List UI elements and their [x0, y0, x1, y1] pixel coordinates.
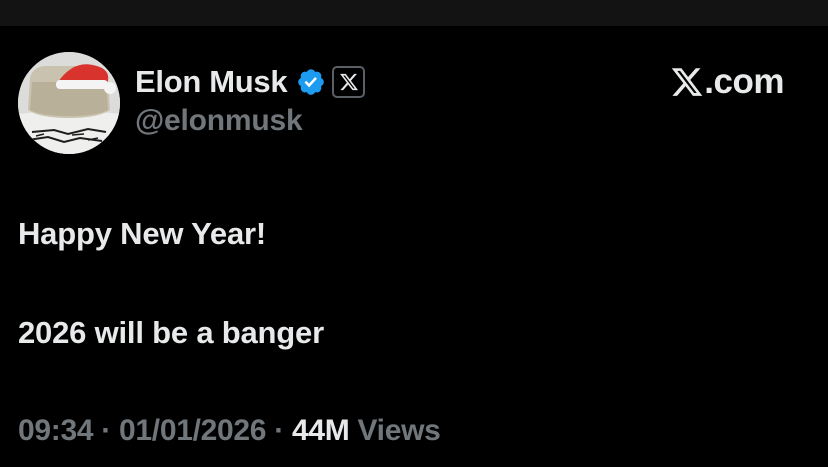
views-label[interactable]: Views	[358, 414, 441, 447]
verified-check-icon[interactable]	[296, 67, 326, 97]
santa-hat-avatar-icon	[18, 52, 120, 154]
meta-separator: ·	[101, 414, 111, 447]
tweet-text-line-2: 2026 will be a banger	[18, 315, 324, 350]
tweet-time[interactable]: 09:34	[18, 414, 94, 447]
affiliate-badge[interactable]	[332, 66, 366, 98]
avatar[interactable]	[18, 52, 120, 154]
meta-separator: ·	[274, 414, 284, 447]
x-logo-icon	[670, 65, 704, 99]
author-name-row: Elon Musk	[135, 62, 366, 102]
tweet-card: Elon Musk @elonmusk .com Happy New Year!…	[0, 0, 828, 467]
author-handle[interactable]: @elonmusk	[135, 104, 303, 138]
display-name[interactable]: Elon Musk	[135, 64, 288, 100]
top-strip	[0, 0, 828, 26]
x-logo-icon	[339, 73, 358, 91]
tweet-meta: 09:34 · 01/01/2026 · 44M Views	[18, 414, 441, 448]
brand-text: .com	[704, 62, 784, 101]
views-count[interactable]: 44M	[292, 414, 350, 447]
brand-watermark: .com	[670, 62, 784, 102]
tweet-text-line-1: Happy New Year!	[18, 216, 266, 251]
tweet-date[interactable]: 01/01/2026	[119, 414, 266, 447]
